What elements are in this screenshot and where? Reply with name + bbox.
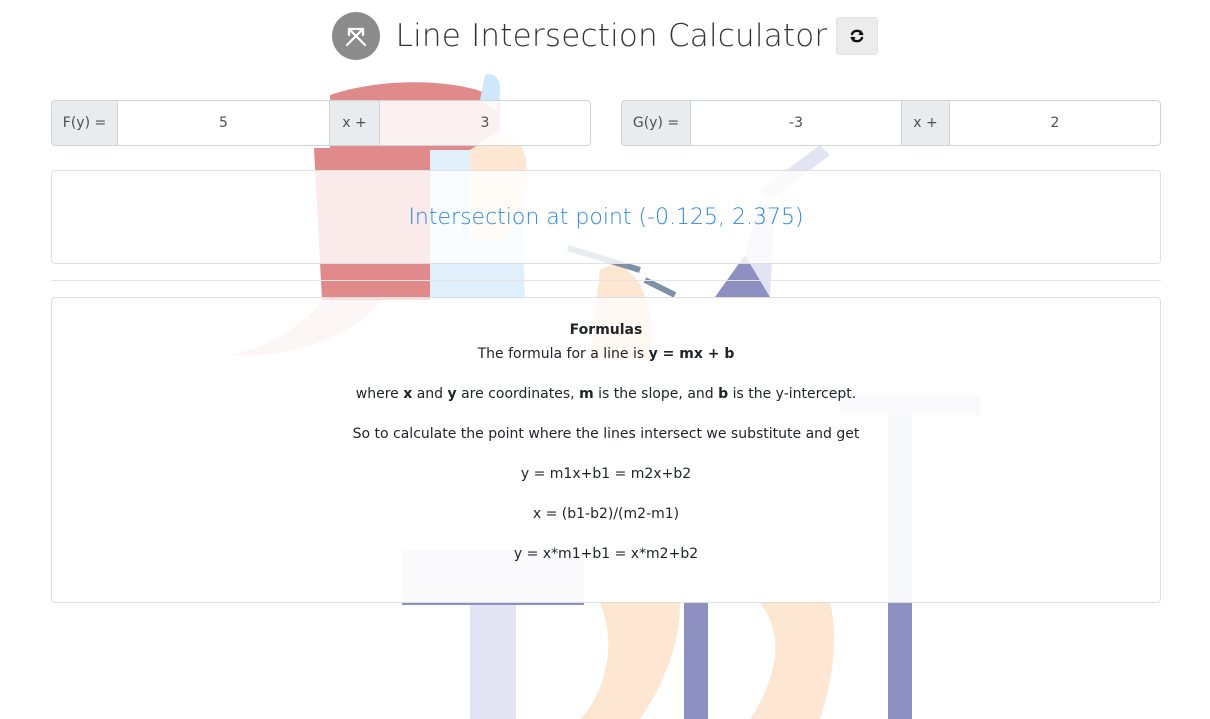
formula-equation: y = mx + b: [648, 346, 735, 362]
formula-line-x: x = (b1-b2)/(m2-m1): [532, 506, 680, 522]
f-intercept-input[interactable]: [380, 100, 591, 146]
intersection-result: Intersection at point (-0.125, 2.375): [408, 204, 804, 230]
page: Line Intersection Calculator F(y) = x + …: [0, 0, 1210, 719]
formulas-title: Formulas: [569, 322, 643, 338]
formula-text: is the slope, and: [593, 386, 719, 402]
formula-text: and: [412, 386, 448, 402]
f-line-input-group: F(y) = x +: [51, 100, 591, 146]
g-line-input-group: G(y) = x +: [621, 100, 1161, 146]
g-x-label: x +: [902, 100, 950, 146]
f-slope-input[interactable]: [118, 100, 330, 146]
result-card: Intersection at point (-0.125, 2.375): [51, 170, 1161, 264]
intersecting-arrows-icon: [345, 27, 366, 47]
formula-line-explanation: So to calculate the point where the line…: [352, 426, 860, 442]
g-intercept-input[interactable]: [950, 100, 1161, 146]
formula-text: where: [355, 386, 404, 402]
formula-line-variables: where x and y are coordinates, m is the …: [52, 386, 1160, 402]
formula-line-y: y = x*m1+b1 = x*m2+b2: [513, 546, 699, 562]
logo: [331, 12, 380, 60]
formula-var-b: b: [718, 386, 729, 402]
f-x-label: x +: [330, 100, 380, 146]
divider: [51, 280, 1161, 281]
g-label: G(y) =: [621, 100, 691, 146]
header: Line Intersection Calculator: [0, 12, 1210, 60]
formula-line-equality: y = m1x+b1 = m2x+b2: [520, 466, 692, 482]
formula-text: are coordinates,: [456, 386, 580, 402]
refresh-icon: [850, 29, 864, 43]
formulas-card: Formulas The formula for a line is y = m…: [51, 297, 1161, 603]
f-label: F(y) =: [51, 100, 118, 146]
formula-var-m: m: [579, 386, 594, 402]
formula-var-x: x: [403, 386, 413, 402]
formula-text: The formula for a line is: [477, 346, 649, 362]
formula-line-definition: The formula for a line is y = mx + b: [52, 346, 1160, 362]
formula-text: is the y-intercept.: [728, 386, 857, 402]
page-title: Line Intersection Calculator: [395, 18, 828, 54]
g-slope-input[interactable]: [691, 100, 902, 146]
refresh-button[interactable]: [836, 17, 879, 55]
formula-var-y: y: [447, 386, 457, 402]
